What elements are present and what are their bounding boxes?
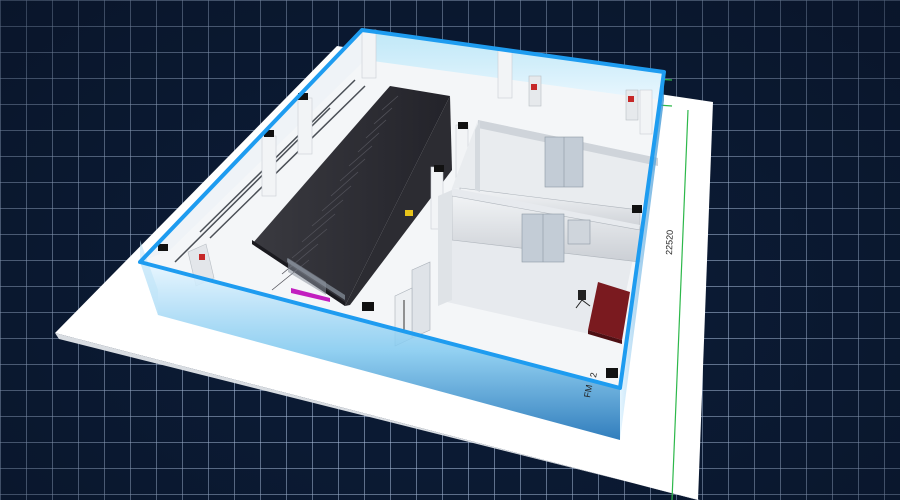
ac-unit-back[interactable]: [528, 75, 542, 107]
dimension-label-side: 22520: [664, 230, 675, 255]
datacenter-3d-scene[interactable]: 22520 2 FM: [0, 0, 900, 500]
ac-unit-back-right[interactable]: [625, 89, 639, 121]
